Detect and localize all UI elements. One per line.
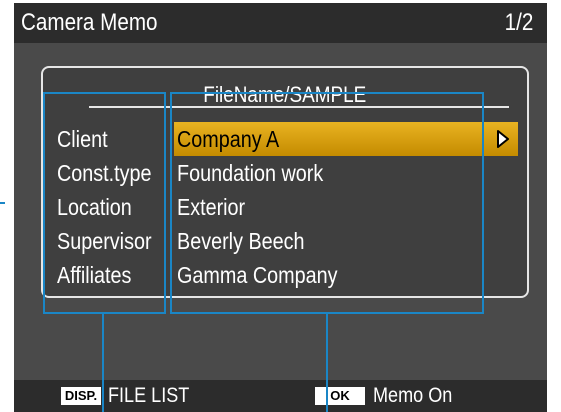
memo-on-label: Memo On bbox=[373, 384, 453, 407]
screen-title: Camera Memo bbox=[21, 9, 158, 36]
item-labels-leader-line bbox=[102, 314, 104, 412]
file-list-label: FILE LIST bbox=[108, 384, 190, 407]
side-leader-tick bbox=[0, 202, 5, 204]
item-labels-callout-box bbox=[43, 92, 166, 314]
page-indicator: 1/2 bbox=[504, 9, 533, 36]
button-guide-bar: DISP. FILE LIST OK Memo On bbox=[14, 380, 547, 412]
item-values-leader-line bbox=[326, 314, 328, 412]
triangle-right-icon[interactable] bbox=[496, 129, 510, 149]
disp-button-icon: DISP. bbox=[61, 387, 101, 405]
ok-button-icon: OK bbox=[315, 387, 365, 405]
title-bar: Camera Memo 1/2 bbox=[14, 3, 547, 43]
item-values-callout-box bbox=[170, 92, 484, 314]
